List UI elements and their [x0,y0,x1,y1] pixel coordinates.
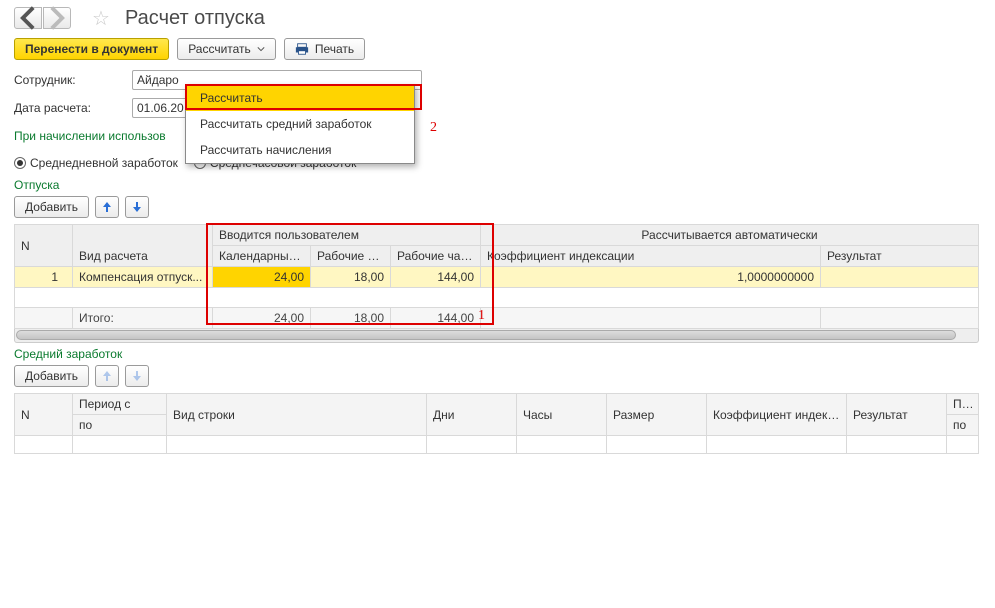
move-down-button[interactable] [125,196,149,218]
employee-label: Сотрудник: [14,73,132,87]
total-row: Итого: 24,00 18,00 144,00 [15,308,979,329]
col-calendar-days: Календарные дни [213,246,311,267]
horizontal-scrollbar[interactable] [14,329,979,343]
total-label: Итого: [73,308,213,329]
menu-item-label: Рассчитать [200,91,263,105]
col-type: Вид расчета [73,225,213,267]
col-hours: Часы [517,394,607,436]
col-period-from: Период с [73,394,167,415]
cell-n: 1 [15,267,73,288]
menu-item-calc-accruals[interactable]: Рассчитать начисления [186,137,414,163]
col-coef: Коэффициент индексации [481,246,821,267]
empty-space [15,288,979,308]
section-avg-title: Средний заработок [0,343,995,363]
move-down-button[interactable] [125,365,149,387]
radio-icon [14,157,26,169]
vacations-table[interactable]: N Вид расчета Вводится пользователем Рас… [14,224,979,329]
transfer-to-document-button[interactable]: Перенести в документ [14,38,169,60]
menu-item-calculate[interactable]: Рассчитать [186,85,414,111]
print-button[interactable]: Печать [284,38,365,60]
total-work: 18,00 [311,308,391,329]
col-work-days: Рабочие дни [311,246,391,267]
col-result: Результат [821,246,979,267]
annotation-number-2: 2 [430,120,437,136]
add-label: Добавить [25,369,78,383]
calculate-label: Рассчитать [188,42,251,56]
employee-value: Айдаро [137,73,179,87]
col-line: Вид строки [167,394,427,436]
cell-cal: 24,00 [213,267,311,288]
calc-date-value: 01.06.20 [137,101,184,115]
col-bonus: Премия за пер [947,394,979,415]
table-row[interactable]: 1 Компенсация отпуск... 24,00 18,00 144,… [15,267,979,288]
annotation-number-1: 1 [478,308,485,324]
col-period-to: по [73,415,167,436]
menu-item-label: Рассчитать средний заработок [200,117,372,131]
nav-forward-button[interactable] [43,7,71,29]
favorite-star-icon[interactable]: ☆ [89,6,113,30]
radio-daily[interactable]: Среднедневной заработок [14,156,178,170]
cell-work: 18,00 [311,267,391,288]
nav-back-button[interactable] [14,7,42,29]
calculate-dropdown-button[interactable]: Рассчитать [177,38,276,60]
col-n: N [15,394,73,436]
menu-item-calc-avg[interactable]: Рассчитать средний заработок [186,111,414,137]
transfer-label: Перенести в документ [25,42,158,56]
table-row[interactable] [15,436,979,454]
printer-icon [295,42,309,56]
section-vacations-title: Отпуска [0,174,995,194]
total-cal: 24,00 [213,308,311,329]
use-mode-label: При начислении использов [14,129,166,143]
col-bonus-to: по [947,415,979,436]
col-result: Результат [847,394,947,436]
cell-hours: 144,00 [391,267,481,288]
total-hours: 144,00 [391,308,481,329]
col-group-user: Вводится пользователем [213,225,481,246]
print-label: Печать [315,42,354,56]
col-work-hours: Рабочие часы [391,246,481,267]
add-vacation-button[interactable]: Добавить [14,196,89,218]
calc-date-label: Дата расчета: [14,101,132,115]
add-label: Добавить [25,200,78,214]
cell-coef: 1,0000000000 [481,267,821,288]
move-up-button[interactable] [95,365,119,387]
page-title: Расчет отпуска [125,7,265,30]
col-size: Размер [607,394,707,436]
calculate-dropdown-menu: Рассчитать Рассчитать средний заработок … [185,84,415,164]
col-group-auto: Рассчитывается автоматически [481,225,979,246]
cell-result [821,267,979,288]
menu-item-label: Рассчитать начисления [200,143,331,157]
radio-daily-label: Среднедневной заработок [30,156,178,170]
col-coef: Коэффициент индексации [707,394,847,436]
move-up-button[interactable] [95,196,119,218]
col-n: N [15,225,73,267]
add-avg-button[interactable]: Добавить [14,365,89,387]
col-days: Дни [427,394,517,436]
avg-earnings-table[interactable]: N Период с Вид строки Дни Часы Размер Ко… [14,393,979,454]
cell-type: Компенсация отпуск... [73,267,213,288]
